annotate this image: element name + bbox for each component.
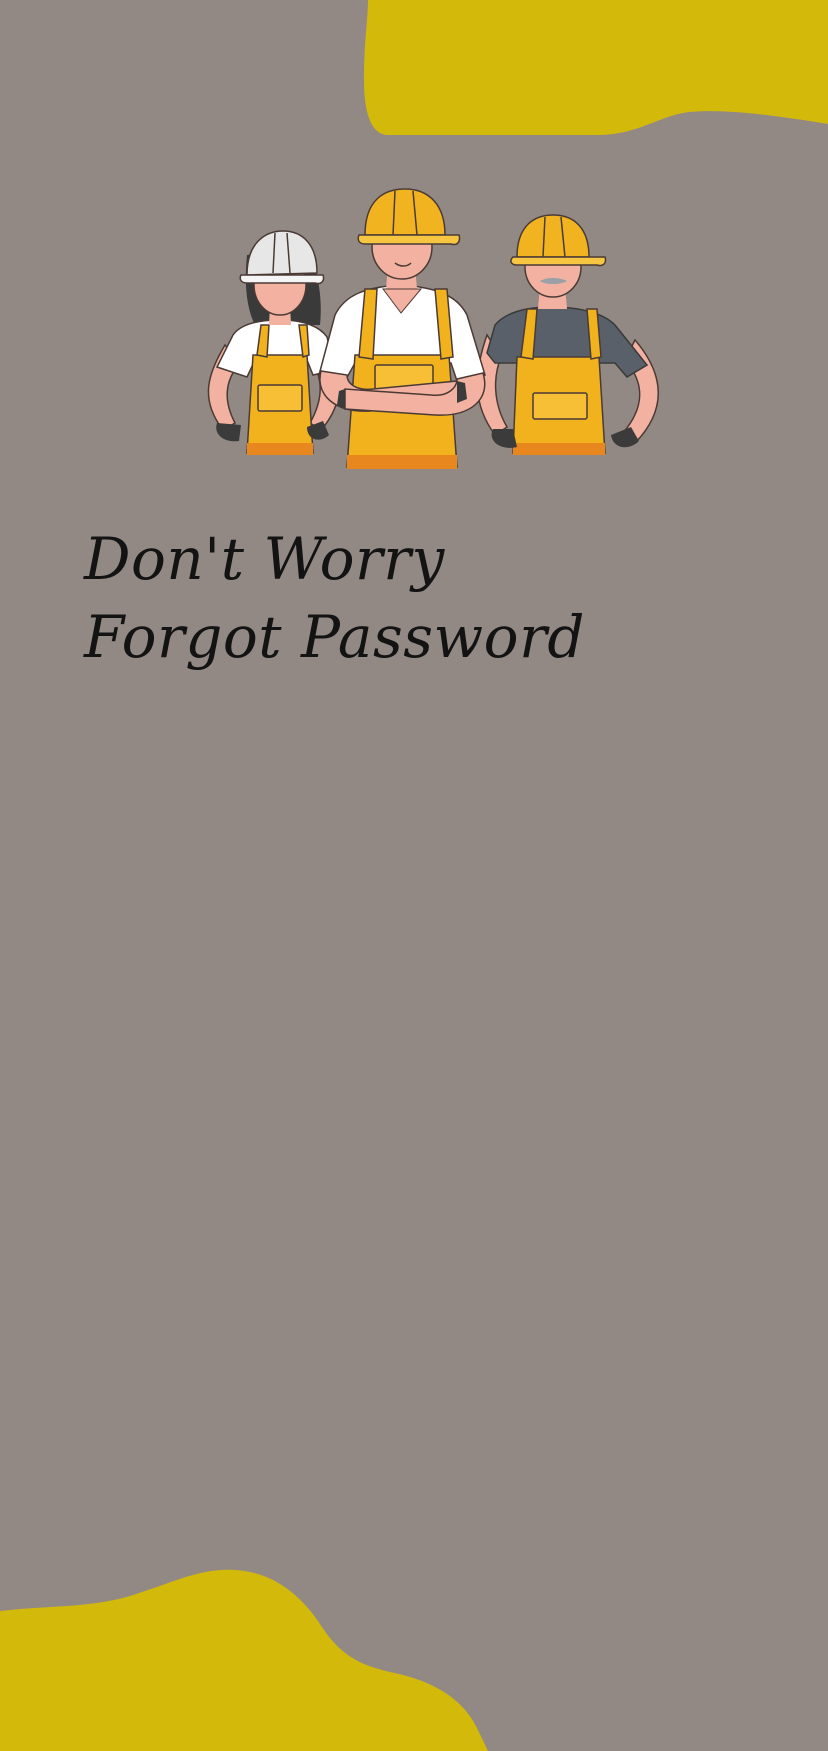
- bottom-blob-shape: [0, 1569, 488, 1751]
- title-line-2: Forgot Password: [84, 603, 585, 671]
- top-decorative-blob: [364, 0, 828, 135]
- worker-right: [476, 214, 659, 455]
- forgot-password-screen: Don't Worry Forgot Password: [0, 0, 828, 1751]
- title-line-1: Don't Worry: [84, 525, 445, 593]
- page-title: Don't Worry Forgot Password: [84, 520, 585, 676]
- bottom-decorative-blob: [0, 1569, 488, 1751]
- worker-left: [207, 230, 341, 455]
- construction-workers-illustration: [207, 188, 659, 469]
- worker-middle: [318, 188, 486, 469]
- top-blob-shape: [364, 0, 828, 135]
